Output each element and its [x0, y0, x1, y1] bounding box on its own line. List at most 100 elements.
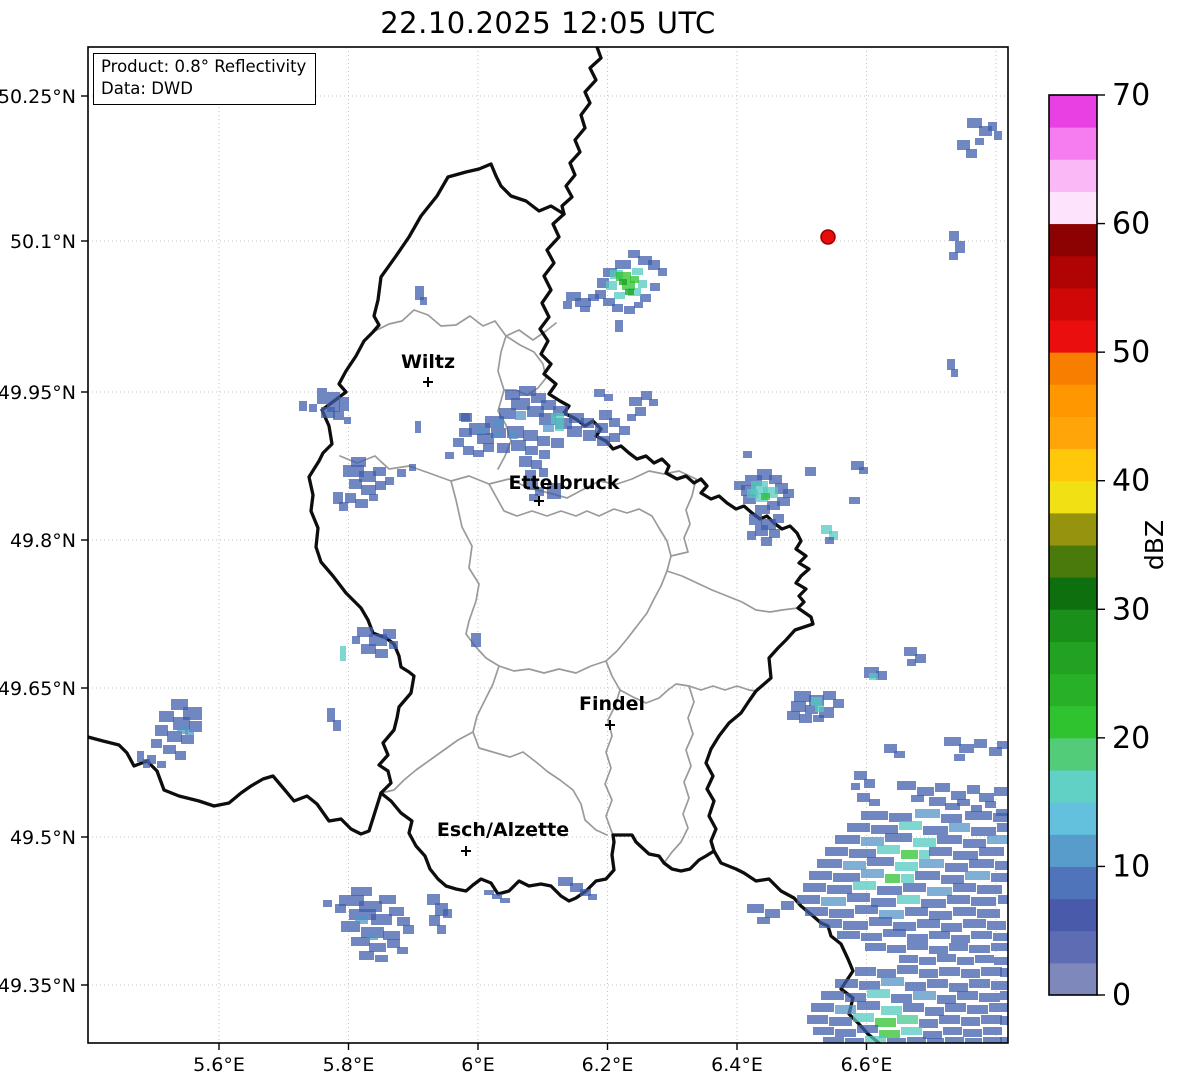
radar-cell — [453, 438, 464, 447]
radar-cell — [951, 369, 958, 377]
radar-cell — [877, 969, 896, 978]
radar-cell — [823, 1037, 844, 1043]
radar-cell — [977, 909, 1000, 918]
radar-cell — [805, 467, 816, 476]
radar-cell — [555, 424, 564, 431]
radar-cell — [957, 799, 970, 806]
radar-cell — [971, 805, 982, 812]
colorbar-segment — [1049, 190, 1097, 225]
radar-cell — [799, 714, 812, 723]
radar-cell — [769, 475, 782, 484]
radar-cell — [945, 863, 968, 872]
radar-cell — [951, 935, 970, 943]
product-line: Product: 0.8° Reflectivity — [101, 57, 307, 76]
radar-cell — [901, 850, 918, 859]
radar-cell — [323, 900, 332, 907]
radar-cell — [889, 813, 912, 822]
radar-cell — [658, 268, 667, 276]
radar-cell — [632, 268, 643, 275]
data-source-line: Data: DWD — [101, 79, 193, 99]
district-border — [670, 478, 697, 557]
radar-cell — [943, 1027, 962, 1035]
radar-cell — [773, 514, 784, 523]
radar-figure: 22.10.2025 12:05 UTC Product: 0.8° Refle… — [0, 0, 1184, 1081]
radar-cell — [473, 450, 484, 457]
radar-cell — [817, 859, 842, 868]
radar-cell — [963, 839, 986, 848]
radar-cell — [974, 739, 987, 748]
radar-cell — [747, 531, 756, 540]
radar-cell — [624, 306, 635, 314]
radar-cell — [151, 739, 162, 748]
y-tick-label: 49.35°N — [0, 975, 76, 997]
radar-cell — [755, 525, 768, 536]
radar-cell — [857, 793, 870, 802]
radar-cell — [979, 793, 994, 802]
colorbar-tick-label: 40 — [1112, 464, 1150, 499]
colorbar-segment — [1049, 801, 1097, 835]
radar-cell — [835, 835, 860, 844]
radar-cell — [859, 981, 880, 990]
radar-cell — [945, 1037, 964, 1043]
radar-cell — [963, 919, 986, 928]
radar-cell — [853, 1013, 874, 1022]
radar-cell — [929, 847, 952, 856]
radar-cell — [345, 493, 356, 503]
radar-cell — [761, 493, 770, 500]
radar-cell — [807, 1015, 828, 1024]
radar-cell — [743, 451, 752, 458]
city-label-findel: Findel — [579, 693, 645, 715]
city-label-esch-alzette: Esch/Alzette — [437, 819, 569, 841]
radar-cell — [935, 783, 950, 792]
radar-cell — [965, 811, 992, 820]
radar-cell — [929, 931, 950, 939]
radar-cell — [869, 917, 892, 926]
radar-cell — [829, 909, 854, 918]
district-border — [488, 483, 672, 674]
radar-cell — [997, 741, 1007, 749]
radar-cell — [317, 388, 327, 404]
radar-cell — [615, 260, 631, 269]
y-tick-label: 49.8°N — [10, 530, 76, 552]
district-border — [663, 685, 695, 864]
radar-cell — [155, 725, 168, 736]
radar-cell — [614, 292, 625, 299]
radar-cell — [361, 644, 376, 654]
radar-cell — [619, 426, 630, 435]
city-label-wiltz: Wiltz — [401, 351, 455, 373]
radar-cell — [811, 697, 822, 706]
radar-cell — [971, 827, 996, 836]
radar-cell — [875, 1018, 896, 1027]
radar-cell — [919, 969, 938, 978]
radar-cell — [649, 399, 658, 406]
radar-cell — [609, 433, 620, 442]
radar-cell — [463, 446, 474, 455]
radar-cell — [949, 823, 970, 832]
radar-cell — [971, 931, 992, 939]
radar-cell — [515, 411, 526, 420]
radar-cell — [537, 436, 550, 446]
radar-cell — [794, 691, 811, 702]
radar-cell — [415, 421, 421, 433]
radar-cell — [905, 982, 926, 991]
radar-cell — [983, 1037, 1002, 1043]
radar-cell — [897, 895, 920, 904]
radar-cell — [891, 994, 912, 1003]
radar-cell — [309, 404, 317, 412]
radar-cell — [925, 1007, 944, 1016]
radar-cell — [403, 925, 414, 934]
radar-cell — [181, 735, 194, 744]
radar-cell — [339, 397, 349, 411]
radar-cell — [567, 426, 582, 437]
radar-cell — [383, 931, 400, 940]
radar-cell — [803, 883, 826, 892]
radar-cell — [373, 467, 386, 476]
radar-cell — [747, 489, 758, 498]
y-tick-label: 50.25°N — [0, 86, 76, 108]
radar-cell — [383, 629, 396, 639]
radar-cell — [955, 241, 965, 253]
radar-cell — [966, 149, 977, 158]
radar-cell — [594, 389, 605, 397]
radar-cell — [995, 861, 1008, 870]
radar-cell — [877, 845, 900, 854]
